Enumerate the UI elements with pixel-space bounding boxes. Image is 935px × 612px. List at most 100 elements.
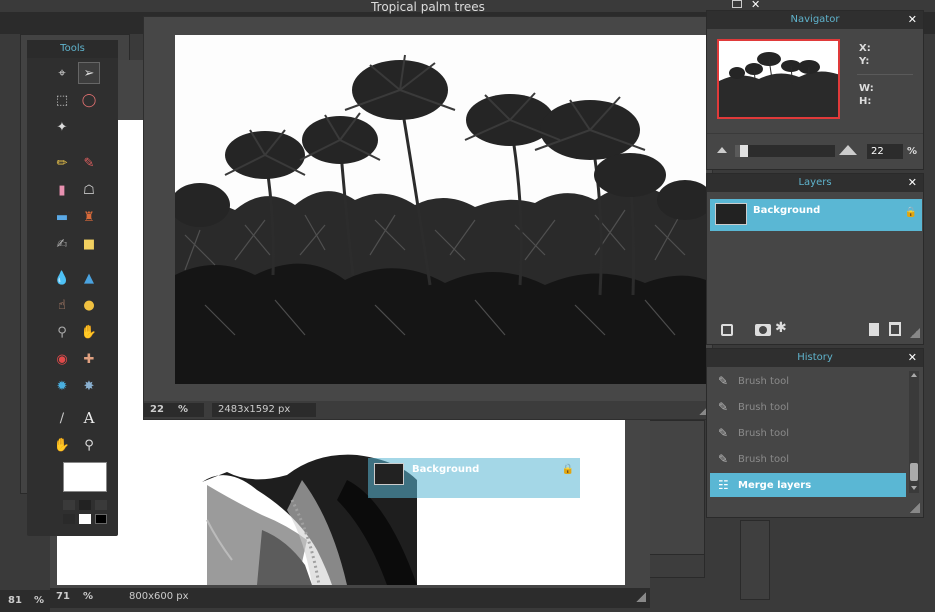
- sponge-icon[interactable]: ●: [78, 294, 100, 316]
- brush-icon: ✎: [718, 452, 729, 466]
- navigator-close-icon[interactable]: ✕: [908, 11, 917, 29]
- history-panel[interactable]: History ✕ ✎ Brush tool ✎ Brush tool ✎ Brush t…: [706, 348, 924, 518]
- crop-icon[interactable]: ⌖: [51, 62, 73, 84]
- pencil-icon[interactable]: ✏: [51, 152, 73, 174]
- swatch-dark-3[interactable]: [95, 500, 107, 510]
- nav-zoom-value[interactable]: 22: [871, 146, 884, 157]
- window-close-icon[interactable]: ✕: [751, 0, 760, 11]
- new-layer-icon[interactable]: [869, 323, 879, 336]
- doc3-zoom-value[interactable]: 81: [8, 595, 22, 606]
- color-swatch-grid: [63, 500, 109, 526]
- trash-icon[interactable]: [889, 322, 901, 336]
- nav-y-label: Y:: [859, 56, 870, 67]
- burn-icon[interactable]: ✋: [78, 321, 100, 343]
- navigator-panel[interactable]: Navigator ✕ X: Y: W: H: 22 %: [706, 10, 924, 170]
- layers-title[interactable]: Layers ✕: [707, 174, 923, 192]
- zoom-out-mountain-icon[interactable]: [717, 147, 727, 153]
- dimensions-field: 2483x1592 px: [212, 403, 316, 417]
- brush-icon: ✎: [718, 426, 729, 440]
- swatch-dark-1[interactable]: [63, 500, 75, 510]
- resize-grip-icon[interactable]: [910, 503, 920, 513]
- blur-icon[interactable]: 💧: [51, 267, 73, 289]
- history-title[interactable]: History ✕: [707, 349, 923, 367]
- drawing-icon[interactable]: ■: [78, 233, 100, 255]
- layer-mask-icon[interactable]: [755, 324, 771, 336]
- history-item[interactable]: ✎ Brush tool: [710, 421, 906, 445]
- nav-zoom-unit: %: [907, 146, 918, 157]
- bloat-icon[interactable]: ✹: [51, 375, 73, 397]
- layer-settings-icon[interactable]: [721, 324, 733, 336]
- hand-icon[interactable]: ✋: [51, 434, 73, 456]
- document-title[interactable]: Tropical palm trees: [144, 1, 712, 17]
- nav-x-label: X:: [859, 43, 871, 54]
- swatch-dark-4[interactable]: [63, 514, 75, 524]
- doc3-zoom-unit: %: [34, 595, 45, 606]
- history-item[interactable]: ✎ Brush tool: [710, 447, 906, 471]
- marquee-icon[interactable]: ⬚: [51, 89, 73, 111]
- brush-icon[interactable]: ✎: [78, 152, 100, 174]
- palm-trees-canvas[interactable]: [175, 35, 706, 384]
- move-icon[interactable]: ➢: [78, 62, 100, 84]
- popout-icon[interactable]: [732, 0, 742, 8]
- background-document-window-4: [740, 520, 770, 600]
- color-replace-icon[interactable]: ✍: [51, 233, 73, 255]
- history-item-label: Brush tool: [738, 427, 789, 439]
- swatch-dark-2[interactable]: [79, 500, 91, 510]
- portrait-zoom-value[interactable]: 71: [56, 591, 70, 602]
- type-icon[interactable]: A: [78, 407, 100, 429]
- swatch-white[interactable]: [79, 514, 91, 524]
- eraser-icon[interactable]: ▮: [51, 179, 73, 201]
- zoom-icon[interactable]: ⚲: [78, 434, 100, 456]
- smudge-icon[interactable]: ☝: [51, 294, 73, 316]
- zoom-slider[interactable]: [735, 145, 835, 157]
- tools-panel[interactable]: Tools ⌖ ➢ ⬚ ◯ ✦ ✏ ✎ ▮ ☖ ▬ ♜ ✍ ■ 💧 ▲ ☝ ● ⚲ ✋ ◉ ✚ ✹ ✸ ∕ A ✋ ⚲: [27, 40, 118, 536]
- layers-title-text: Layers: [798, 177, 832, 188]
- layers-close-icon[interactable]: ✕: [908, 174, 917, 192]
- scroll-up-icon[interactable]: [911, 373, 917, 377]
- layer-name[interactable]: Background: [753, 205, 820, 216]
- portrait-status-bar: 71 % 800x600 px: [50, 588, 650, 608]
- navigator-title[interactable]: Navigator ✕: [707, 11, 923, 29]
- history-close-icon[interactable]: ✕: [908, 349, 917, 367]
- zoom-field[interactable]: 22 %: [144, 403, 204, 417]
- history-scrollbar[interactable]: [909, 371, 919, 493]
- layer-row-background[interactable]: Background 🔒: [710, 199, 922, 231]
- dodge-icon[interactable]: ⚲: [51, 321, 73, 343]
- scroll-thumb[interactable]: [910, 463, 918, 481]
- gradient-icon[interactable]: ▬: [51, 206, 73, 228]
- paint-bucket-icon[interactable]: ☖: [78, 179, 100, 201]
- swatch-black[interactable]: [95, 514, 107, 524]
- history-item-label: Brush tool: [738, 453, 789, 465]
- history-item[interactable]: ✎ Brush tool: [710, 369, 906, 393]
- history-item[interactable]: ☷ Merge layers: [710, 473, 906, 497]
- nav-h-label: H:: [859, 96, 872, 107]
- zoom-in-mountain-icon[interactable]: [839, 145, 857, 155]
- ghost-layer-name: Background: [412, 464, 480, 475]
- tools-panel-title[interactable]: Tools: [27, 40, 118, 58]
- zoom-slider-handle[interactable]: [740, 145, 748, 157]
- primary-color-swatch[interactable]: [63, 462, 107, 492]
- sharpen-icon[interactable]: ▲: [78, 267, 100, 289]
- red-eye-icon[interactable]: ◉: [51, 348, 73, 370]
- pinch-icon[interactable]: ✸: [78, 375, 100, 397]
- resize-grip-icon[interactable]: [636, 592, 646, 602]
- scroll-down-icon[interactable]: [911, 486, 917, 490]
- clone-stamp-icon[interactable]: ♜: [78, 206, 100, 228]
- history-item[interactable]: ✎ Brush tool: [710, 395, 906, 419]
- portrait-zoom-unit: %: [83, 591, 94, 602]
- color-picker-icon[interactable]: ∕: [51, 407, 73, 429]
- nav-zoom-field[interactable]: 22: [867, 144, 903, 159]
- resize-grip-icon[interactable]: [910, 328, 920, 338]
- history-item-label: Brush tool: [738, 375, 789, 387]
- layers-panel[interactable]: Layers ✕ Background 🔒 ✱: [706, 173, 924, 345]
- magic-wand-icon[interactable]: ✦: [51, 116, 73, 138]
- zoom-value[interactable]: 22: [150, 404, 164, 415]
- navigator-thumbnail[interactable]: [717, 39, 840, 119]
- document-status-bar: 22 % 2483x1592 px: [144, 401, 712, 419]
- layer-styles-icon[interactable]: ✱: [775, 320, 787, 336]
- history-item-label: Merge layers: [738, 479, 812, 491]
- document-window-palm-trees[interactable]: Tropical palm trees 22 % 2483x1592 px: [143, 1, 713, 420]
- lasso-icon[interactable]: ◯: [78, 89, 100, 111]
- spot-heal-icon[interactable]: ✚: [78, 348, 100, 370]
- lock-icon: 🔒: [904, 207, 917, 218]
